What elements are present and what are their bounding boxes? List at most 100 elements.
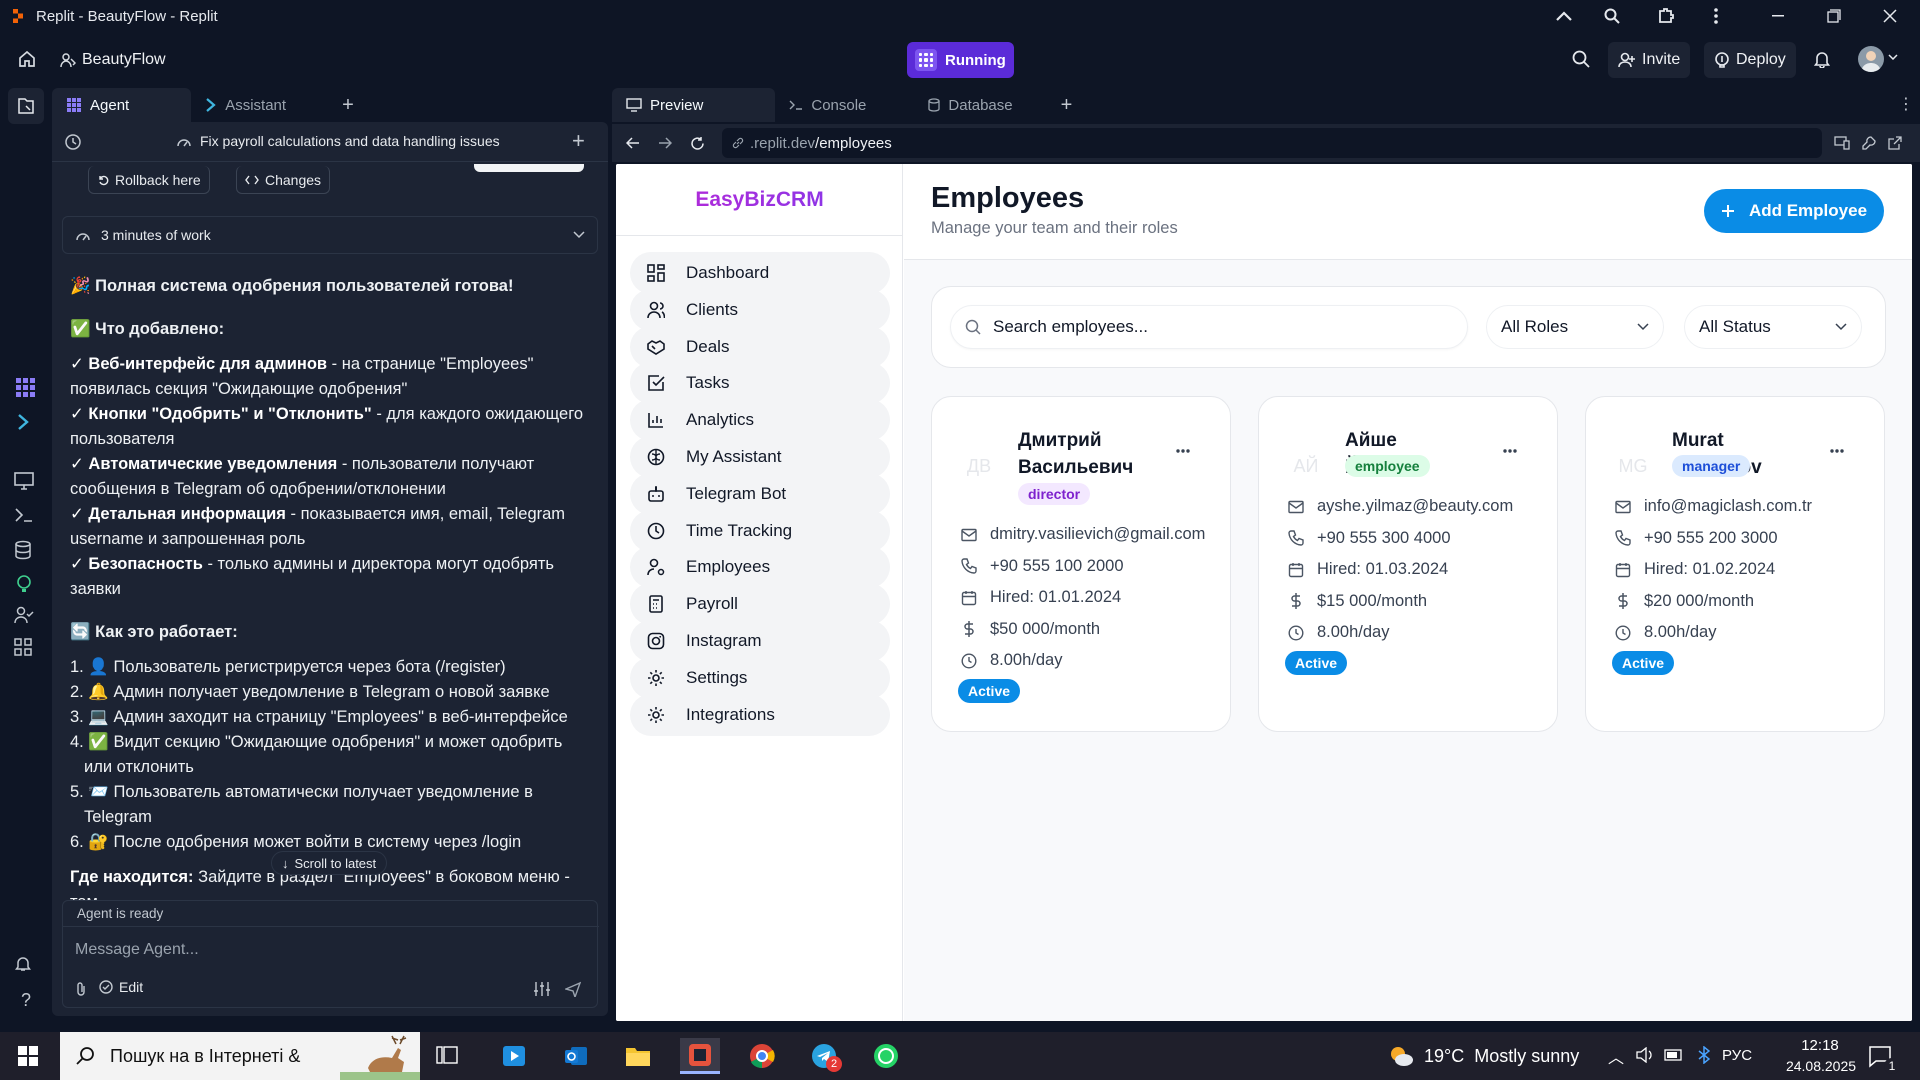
project-name-button[interactable]: BeautyFlow [50, 42, 176, 78]
employee-hours-value: 8.00h/day [1644, 623, 1717, 641]
more-horizontal-icon[interactable] [1830, 449, 1844, 453]
sidebar-item-employees[interactable]: Employees [630, 546, 890, 589]
user-check-icon[interactable] [14, 606, 38, 630]
language-indicator[interactable]: РУС [1722, 1047, 1752, 1064]
clock-date[interactable]: 24.08.2025 [1776, 1058, 1866, 1074]
url-field[interactable]: .replit.dev/employees [722, 128, 1822, 158]
sliders-icon[interactable] [533, 981, 551, 997]
clock-icon [1614, 624, 1632, 642]
edit-button[interactable]: Edit [99, 979, 143, 995]
home-icon[interactable] [16, 48, 38, 70]
tray-chevron-icon[interactable]: ︿ [1608, 1044, 1624, 1068]
user-plus-icon [1618, 52, 1636, 68]
sidebar-item-settings[interactable]: Settings [630, 656, 890, 699]
deploy-globe-icon[interactable] [14, 574, 38, 598]
apps-grid-icon[interactable] [14, 638, 38, 662]
taskbar-app-replit[interactable] [680, 1038, 720, 1074]
search-icon[interactable] [1572, 50, 1590, 68]
attach-icon[interactable] [75, 981, 87, 997]
deploy-button[interactable]: Deploy [1704, 42, 1796, 78]
role-filter-select[interactable]: All Roles [1486, 305, 1664, 349]
forward-icon[interactable] [658, 136, 672, 150]
sidebar-item-deals[interactable]: Deals [630, 325, 890, 368]
sidebar-item-instagram[interactable]: Instagram [630, 620, 890, 662]
volume-icon[interactable] [1636, 1047, 1654, 1063]
devices-icon[interactable] [1834, 136, 1850, 150]
console-icon[interactable] [14, 506, 38, 530]
status-filter-select[interactable]: All Status [1684, 305, 1862, 349]
tab-database[interactable]: Database [914, 88, 1046, 122]
sidebar-item-dashboard[interactable]: Dashboard [630, 252, 890, 294]
employee-card[interactable]: MGMurat Gurbanovmanagerinfo@magiclash.co… [1585, 396, 1885, 732]
open-external-icon[interactable] [1888, 136, 1902, 150]
collapsed-action-button[interactable] [474, 164, 584, 172]
taskbar-app-chrome[interactable] [742, 1038, 782, 1074]
chevron-down-icon[interactable] [1888, 54, 1898, 60]
preview-monitor-icon[interactable] [14, 472, 38, 496]
taskbar-app-telegram[interactable]: 2 [804, 1038, 844, 1074]
more-horizontal-icon[interactable] [1503, 449, 1517, 453]
bluetooth-icon[interactable] [1698, 1046, 1710, 1064]
alert-bell-icon[interactable] [14, 954, 38, 978]
employee-card[interactable]: ДВ Дмитрий Васильевич director dmitry.vasil… [931, 396, 1231, 732]
task-view-icon[interactable] [436, 1044, 458, 1066]
taskbar-app-outlook[interactable] [556, 1038, 596, 1074]
bell-icon[interactable] [1814, 50, 1830, 68]
files-toggle[interactable] [8, 88, 44, 124]
extension-icon[interactable] [1638, 0, 1694, 32]
agent-grid-icon[interactable] [14, 376, 38, 400]
weather-text[interactable]: 19°C Mostly sunny [1424, 1046, 1579, 1067]
avatar[interactable] [1858, 46, 1884, 72]
changes-button[interactable]: Changes [236, 166, 331, 194]
clock-time[interactable]: 12:18 [1790, 1037, 1850, 1054]
running-button[interactable]: Running [907, 42, 1014, 78]
sidebar-item-payroll[interactable]: Payroll [630, 583, 890, 626]
send-icon[interactable] [565, 981, 581, 997]
add-tab-button[interactable]: + [1047, 88, 1087, 122]
help-icon[interactable]: ? [14, 990, 38, 1014]
taskbar-search[interactable]: Пошук на в Інтернеті & [60, 1032, 420, 1080]
sidebar-item-time-tracking[interactable]: Time Tracking [630, 509, 890, 552]
database-icon[interactable] [14, 540, 38, 564]
crm-logo[interactable]: EasyBizCRM [616, 164, 903, 236]
taskbar-app-media[interactable] [494, 1038, 534, 1074]
refresh-icon[interactable] [690, 136, 705, 151]
crm-main: Employees Manage your team and their rol… [904, 164, 1912, 1021]
tab-preview[interactable]: Preview [612, 88, 776, 122]
battery-icon[interactable] [1664, 1049, 1684, 1061]
message-input[interactable]: Message Agent... [75, 935, 585, 965]
more-vertical-icon[interactable] [1688, 0, 1744, 32]
search-input[interactable]: Search employees... [950, 305, 1468, 349]
assistant-icon[interactable] [14, 412, 38, 436]
employee-card[interactable]: АЙАйше Йылмазemployeeayshe.yilmaz@beauty… [1258, 396, 1558, 732]
back-icon[interactable] [626, 136, 640, 150]
tab-agent[interactable]: Agent [52, 88, 192, 122]
maximize-icon[interactable] [1806, 0, 1862, 32]
invite-button[interactable]: Invite [1608, 42, 1691, 78]
sidebar-item-telegram-bot[interactable]: Telegram Bot [630, 472, 890, 515]
work-summary[interactable]: 3 minutes of work [62, 216, 598, 254]
taskbar-app-whatsapp[interactable] [866, 1038, 906, 1074]
more-horizontal-icon[interactable] [1176, 449, 1190, 453]
thread-title[interactable]: Fix payroll calculations and data handli… [176, 133, 500, 149]
windows-start-icon[interactable] [18, 1046, 38, 1066]
sidebar-item-my-assistant[interactable]: My Assistant [630, 436, 890, 478]
add-tab-button[interactable]: + [328, 88, 368, 122]
sidebar-item-analytics[interactable]: Analytics [630, 399, 890, 442]
new-thread-icon[interactable]: + [572, 128, 585, 154]
tab-assistant[interactable]: Assistant [191, 88, 328, 122]
minimize-icon[interactable] [1750, 0, 1806, 32]
scroll-to-latest-button[interactable]: ↓ Scroll to latest [272, 852, 387, 874]
zoom-icon[interactable] [1584, 0, 1640, 32]
close-icon[interactable] [1862, 0, 1918, 32]
tab-console[interactable]: Console [775, 88, 914, 122]
devtools-icon[interactable] [1862, 136, 1876, 150]
history-icon[interactable] [64, 133, 82, 151]
sidebar-item-clients[interactable]: Clients [630, 288, 890, 331]
taskbar-app-explorer[interactable] [618, 1038, 658, 1074]
rollback-button[interactable]: Rollback here [88, 166, 210, 194]
sidebar-item-tasks[interactable]: Tasks [630, 362, 890, 405]
add-employee-button[interactable]: Add Employee [1704, 189, 1884, 233]
sidebar-item-integrations[interactable]: Integrations [630, 693, 890, 736]
more-vertical-icon[interactable]: ⋮ [1898, 94, 1914, 114]
